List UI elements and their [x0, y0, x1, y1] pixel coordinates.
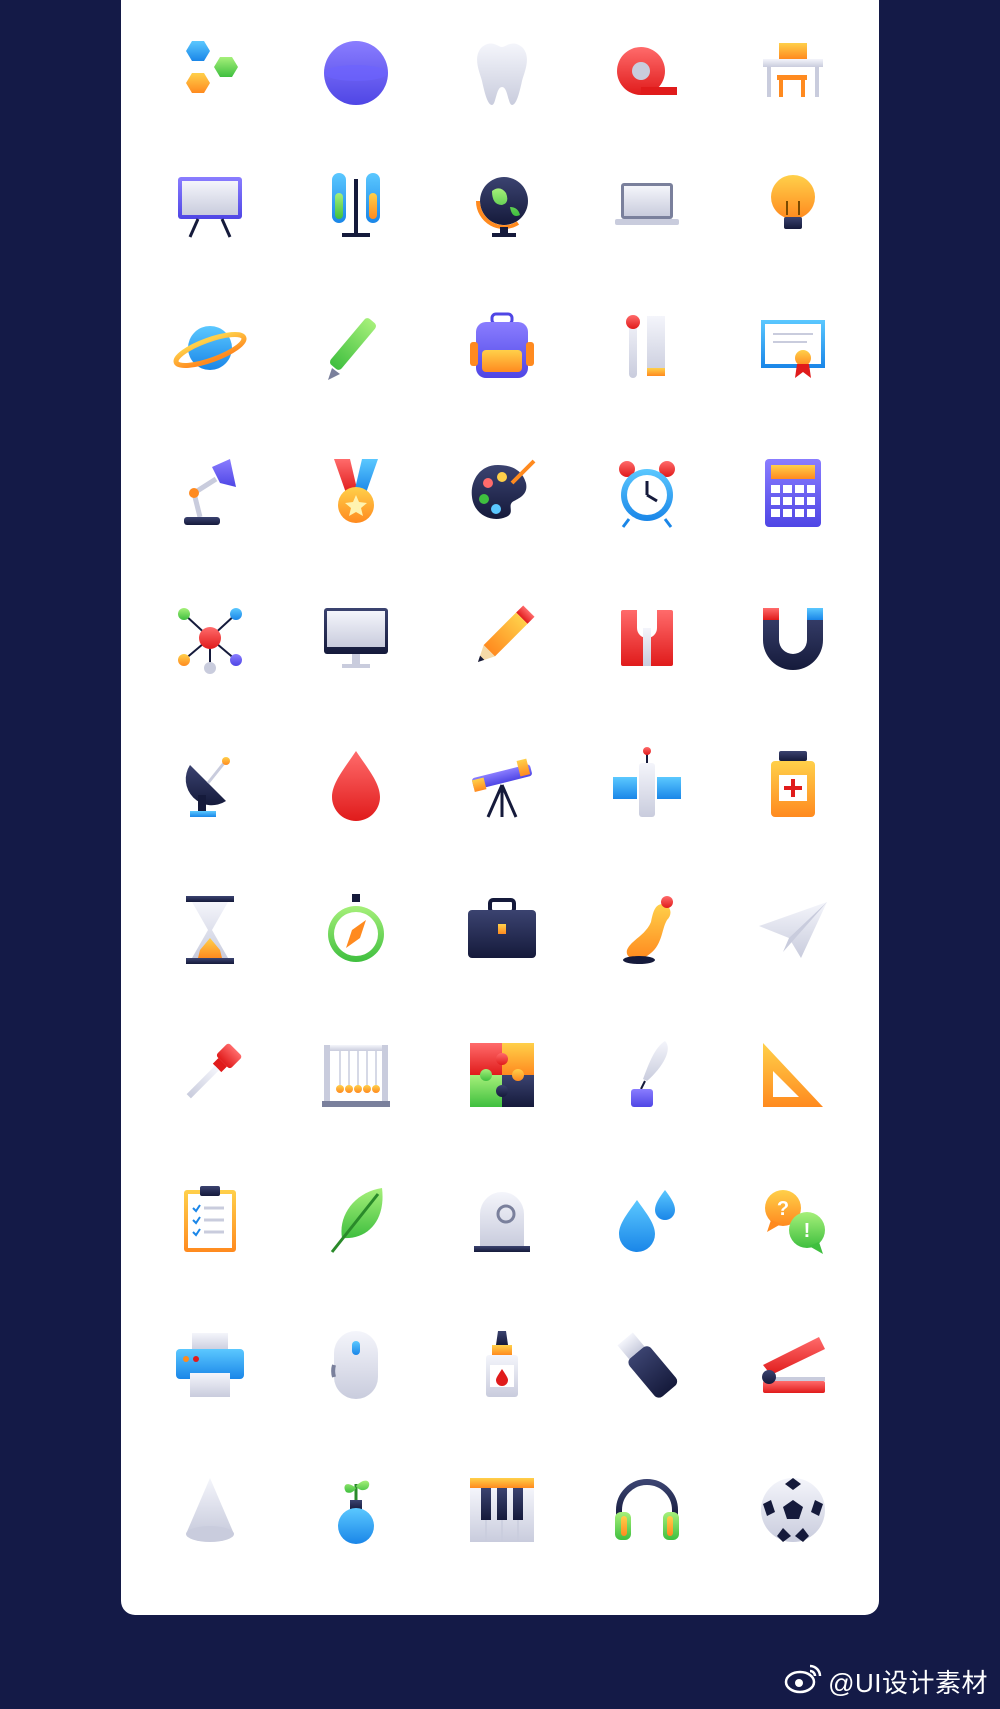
paper-plane-icon	[738, 875, 848, 985]
bell-jar-icon	[447, 1165, 557, 1275]
laptop-icon	[592, 150, 702, 260]
desk-lamp-icon	[155, 438, 265, 548]
briefcase-icon	[447, 875, 557, 985]
magnet-icon	[738, 583, 848, 693]
pen-icon	[301, 293, 411, 403]
weibo-icon	[784, 1662, 822, 1701]
backpack-icon	[447, 293, 557, 403]
telescope-icon	[447, 730, 557, 840]
headphones-icon	[592, 1455, 702, 1565]
calculator-icon	[738, 438, 848, 548]
alarm-clock-icon	[592, 438, 702, 548]
tape-icon	[592, 18, 702, 128]
watermark: @UI设计素材	[784, 1662, 988, 1701]
sphere-icon	[301, 18, 411, 128]
hourglass-icon	[155, 875, 265, 985]
tooth-icon	[447, 18, 557, 128]
planet-icon	[155, 293, 265, 403]
medicine-jar-icon	[738, 730, 848, 840]
icon-grid: ?!	[0, 0, 1000, 1640]
hexagons-icon	[155, 18, 265, 128]
certificate-icon	[738, 293, 848, 403]
paint-palette-icon	[447, 438, 557, 548]
test-tubes-icon	[301, 150, 411, 260]
puzzle-icon	[447, 1020, 557, 1130]
clipboard-icon	[155, 1165, 265, 1275]
monitor-icon	[301, 583, 411, 693]
lightbulb-icon	[738, 150, 848, 260]
watermark-text: @UI设计素材	[828, 1668, 988, 1698]
compass-icon	[301, 875, 411, 985]
svg-text:?: ?	[777, 1198, 789, 1220]
sharpener-icon	[592, 583, 702, 693]
molecule-icon	[155, 583, 265, 693]
leaf-icon	[301, 1165, 411, 1275]
water-drops-icon	[592, 1165, 702, 1275]
soccer-ball-icon	[738, 1455, 848, 1565]
blood-drop-icon	[301, 730, 411, 840]
globe-icon	[447, 150, 557, 260]
quill-ink-icon	[592, 1020, 702, 1130]
computer-mouse-icon	[301, 1310, 411, 1420]
glue-bottle-icon	[447, 1310, 557, 1420]
medal-icon	[301, 438, 411, 548]
satellite-dish-icon	[155, 730, 265, 840]
question-chat-icon: ?!	[738, 1165, 848, 1275]
newtons-cradle-icon	[301, 1020, 411, 1130]
printer-icon	[155, 1310, 265, 1420]
stapler-icon	[738, 1310, 848, 1420]
desk-icon	[738, 18, 848, 128]
svg-text:!: !	[804, 1220, 811, 1242]
rubber-chicken-icon	[592, 875, 702, 985]
piano-keys-icon	[447, 1455, 557, 1565]
set-square-icon	[738, 1020, 848, 1130]
plant-flask-icon	[301, 1455, 411, 1565]
cone-icon	[155, 1455, 265, 1565]
thermometer-ruler-icon	[592, 293, 702, 403]
usb-drive-icon	[592, 1310, 702, 1420]
satellite-icon	[592, 730, 702, 840]
pipette-icon	[155, 1020, 265, 1130]
whiteboard-icon	[155, 150, 265, 260]
pencil-icon	[447, 583, 557, 693]
